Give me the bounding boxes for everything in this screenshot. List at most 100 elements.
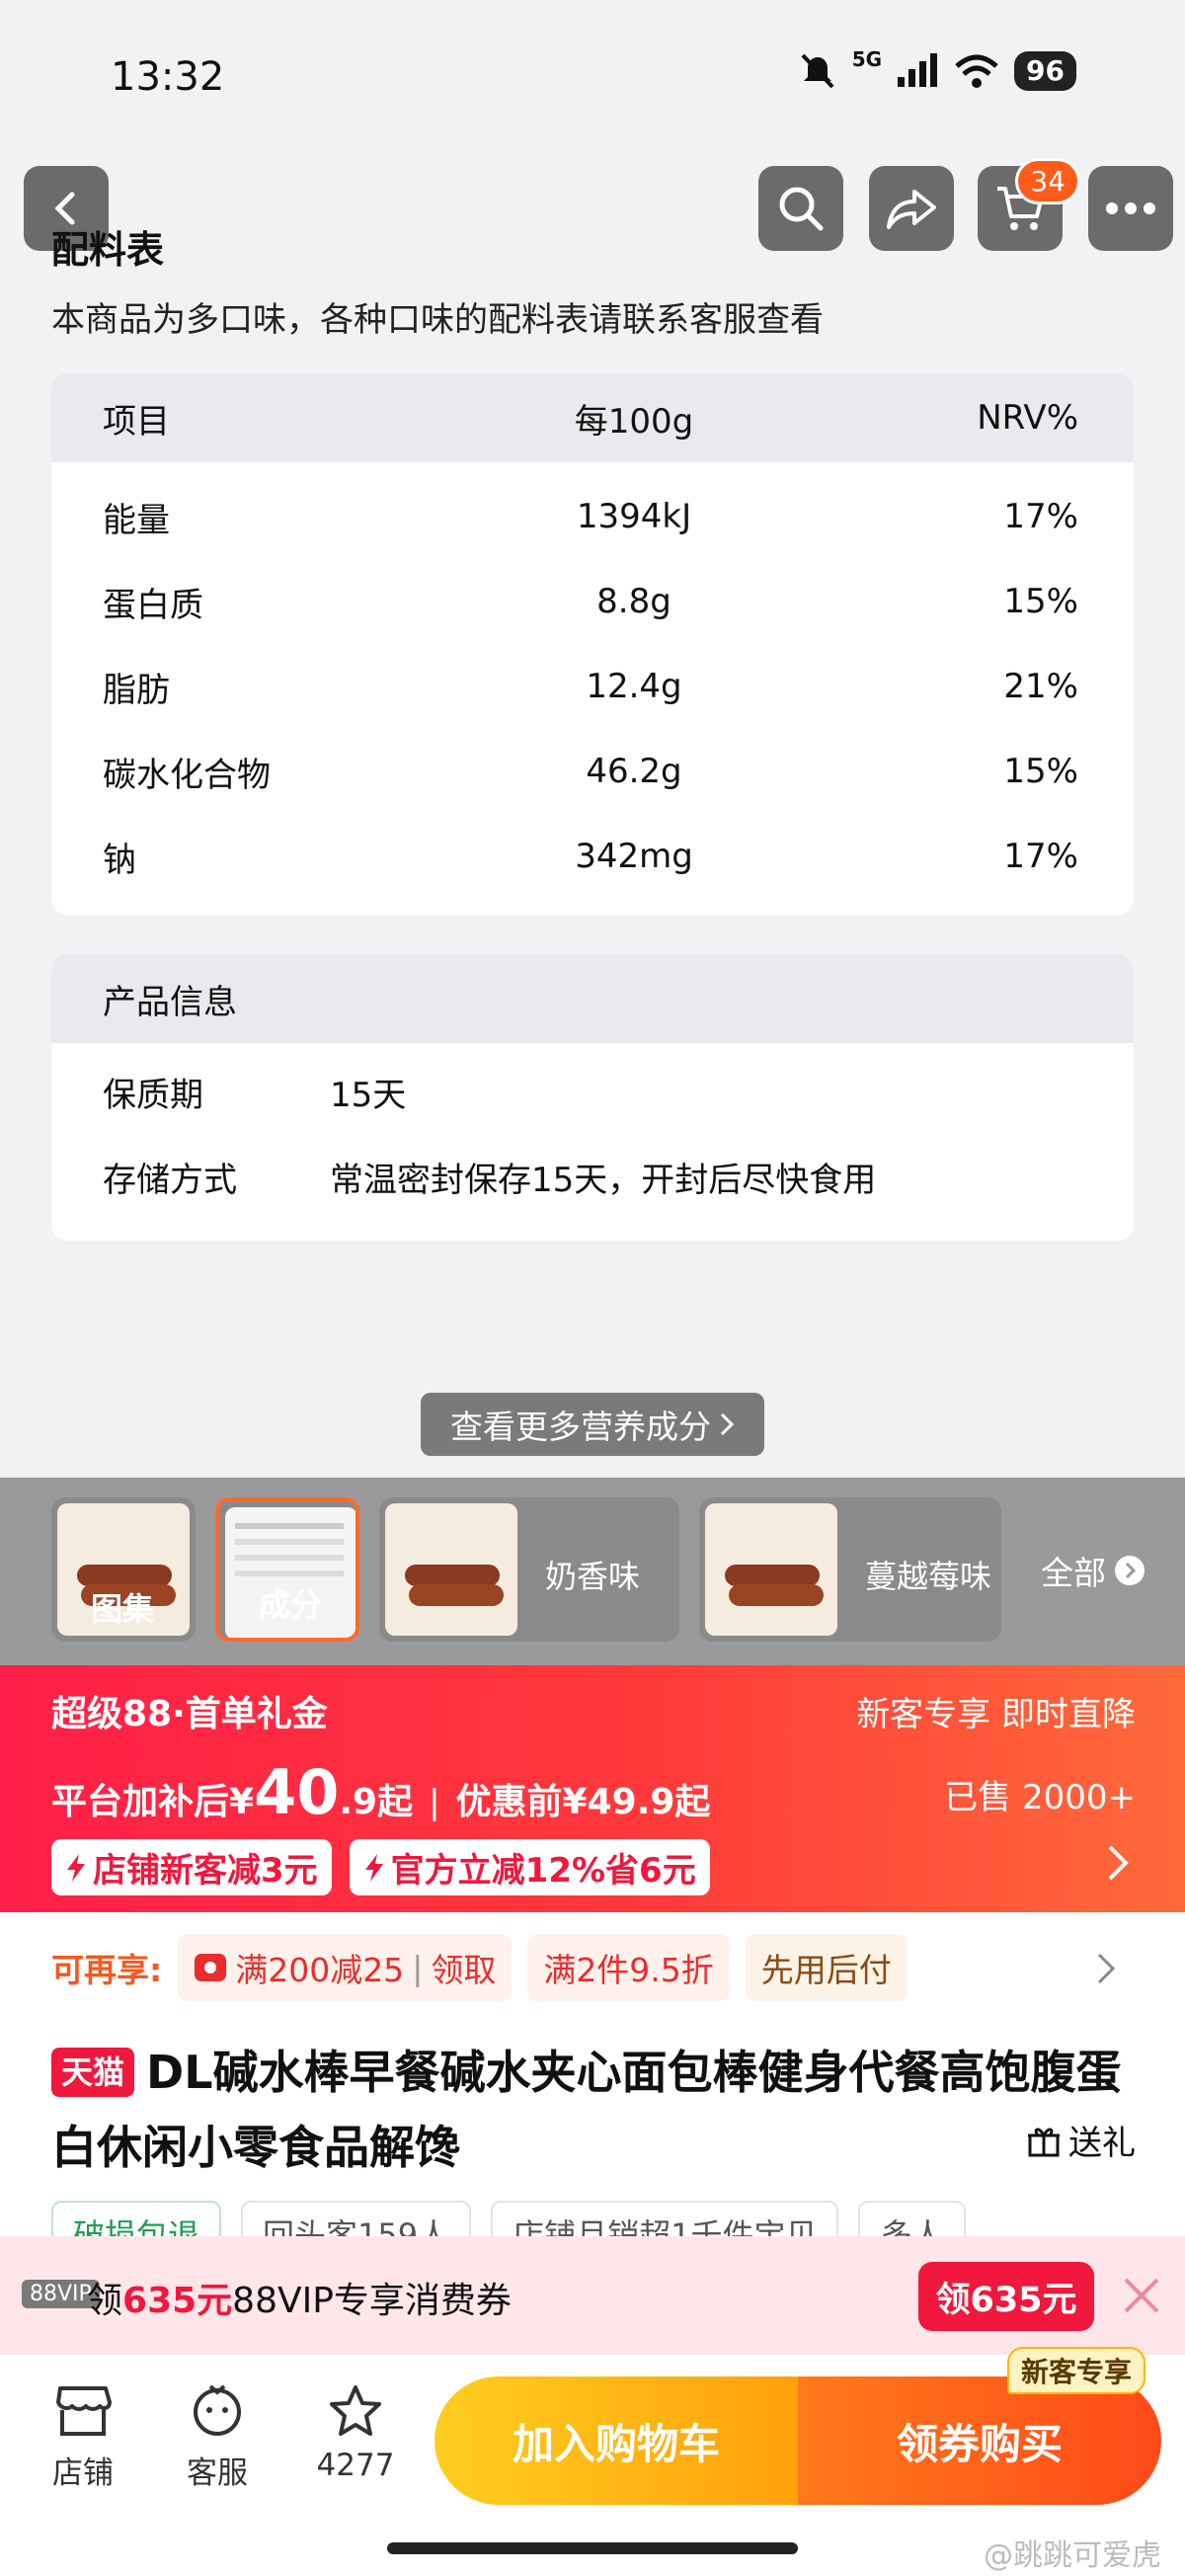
pay-later-label: 先用后付 — [760, 1951, 892, 1989]
nutrient-nrv: 15% — [1003, 582, 1078, 621]
price-after-label: 平台加补后¥ — [51, 1782, 255, 1822]
coupon-chip-label: 满2件9.5折 — [543, 1951, 714, 1989]
coupon-chip-discount[interactable]: 满2件9.5折 — [527, 1934, 730, 2001]
info-label: 存储方式 — [103, 1160, 237, 1200]
nutrient-name: 碳水化合物 — [103, 755, 271, 795]
claim-vip-coupon-button[interactable]: 领635元 — [918, 2262, 1094, 2331]
sold-count: 已售 2000+ — [944, 1778, 1136, 1817]
watermark: @跳跳可爱虎 — [984, 2538, 1161, 2573]
nutrient-nrv: 17% — [1003, 497, 1078, 536]
all-variants-link[interactable]: 全部 — [1041, 1547, 1146, 1594]
nutrition-row: 碳水化合物 46.2g 15% — [51, 729, 1134, 814]
more-dots-icon — [1106, 202, 1155, 214]
lightning-icon — [364, 1853, 383, 1882]
share-button[interactable] — [869, 166, 954, 251]
gift-button[interactable]: 送礼 — [1027, 2116, 1136, 2164]
nutrient-nrv: 15% — [1003, 752, 1078, 791]
product-info-title: 产品信息 — [51, 954, 1134, 1043]
thumb-gallery[interactable]: 图集 — [51, 1497, 196, 1642]
variant-label: 蔓越莓味 — [865, 1558, 992, 1595]
price-decimal: .9起 — [339, 1782, 414, 1822]
header-per100g: 每100g — [574, 401, 694, 442]
coupon-label: 可再享: — [51, 1951, 163, 1989]
pay-later-chip[interactable]: 先用后付 — [745, 1934, 908, 2001]
tmall-badge: 天猫 — [51, 2047, 135, 2097]
coupon-claim: 领取 — [431, 1951, 497, 1989]
info-value: 15天 — [330, 1075, 407, 1115]
shop-button[interactable]: 店铺 — [24, 2384, 142, 2492]
nutrition-row: 脂肪 12.4g 21% — [51, 644, 1134, 729]
vip-text-pre: 领 — [87, 2281, 123, 2321]
variant-cranberry[interactable]: 蔓越莓味 — [699, 1497, 1001, 1642]
promo-tag: 店铺新客减3元 — [51, 1839, 332, 1895]
more-button[interactable] — [1088, 166, 1173, 251]
cta-group: 加入购物车 领券购买 — [434, 2376, 1161, 2505]
close-icon[interactable] — [1122, 2276, 1161, 2315]
nutrient-name: 钠 — [103, 840, 136, 880]
nutrition-row: 能量 1394kJ 17% — [51, 474, 1134, 559]
service-button[interactable]: 客服 — [158, 2384, 276, 2492]
wifi-icon — [955, 54, 998, 88]
shop-label: 店铺 — [52, 2455, 114, 2491]
add-to-cart-button[interactable]: 加入购物车 — [434, 2376, 798, 2505]
mute-icon — [801, 53, 834, 89]
coupon-buy-button[interactable]: 领券购买 — [798, 2376, 1161, 2505]
variant-milk[interactable]: 奶香味 — [379, 1497, 679, 1642]
gift-label: 送礼 — [1068, 2124, 1136, 2163]
more-nutrition-label: 查看更多营养成分 — [450, 1408, 711, 1446]
more-nutrition-button[interactable]: 查看更多营养成分 — [421, 1393, 764, 1456]
coupon-chip-200-25[interactable]: 满200减25 | 领取 — [178, 1934, 513, 2001]
product-title: DL碱水棒早餐碱水夹心面包棒健身代餐高饱腹蛋白休闲小零食品解馋 — [51, 2046, 1122, 2174]
product-info-card: 产品信息 保质期 15天 存储方式 常温密封保存15天，开封后尽快食用 — [51, 954, 1134, 1241]
favorite-button[interactable]: 4277 — [296, 2384, 415, 2483]
nutrient-amount: 1394kJ — [576, 497, 692, 536]
coupon-icon — [195, 1954, 227, 1981]
nutrient-amount: 342mg — [575, 837, 693, 876]
thumb-ingredients[interactable]: 成分 — [215, 1497, 359, 1642]
cart-button[interactable]: 34 — [978, 158, 1080, 251]
star-icon — [330, 2385, 381, 2436]
info-label: 保质期 — [103, 1075, 203, 1115]
variant-image — [385, 1503, 517, 1636]
promo-title: 超级88·首单礼金 — [51, 1694, 328, 1734]
promo-right-label: 新客专享 即时直降 — [856, 1695, 1136, 1734]
nutrient-name: 脂肪 — [103, 670, 170, 710]
product-summary: 可再享: 满200减25 | 领取 满2件9.5折 先用后付 天猫 DL碱水棒早餐… — [0, 1912, 1185, 2260]
price-divider: | — [429, 1783, 440, 1822]
ingredients-note: 本商品为多口味，各种口味的配料表请联系客服查看 — [51, 300, 824, 340]
chevron-right-icon[interactable] — [1096, 1952, 1116, 1985]
promo-tag-label: 店铺新客减3元 — [93, 1851, 318, 1891]
nutrient-name: 蛋白质 — [103, 585, 203, 625]
battery-level: 96 — [1014, 51, 1076, 91]
nutrition-table: 项目 每100g NRV% 能量 1394kJ 17% 蛋白质 8.8g 15%… — [51, 373, 1134, 915]
nutrition-header: 项目 每100g NRV% — [51, 373, 1134, 462]
price-integer: 40 — [254, 1756, 340, 1828]
info-value: 常温密封保存15天，开封后尽快食用 — [330, 1160, 877, 1200]
chip-divider: | — [412, 1948, 424, 1987]
thumb-caption: 图集 — [91, 1590, 155, 1628]
service-label: 客服 — [187, 2455, 248, 2491]
nutrient-nrv: 21% — [1003, 667, 1078, 706]
coupon-row: 可再享: 满200减25 | 领取 满2件9.5折 先用后付 — [51, 1934, 908, 2001]
nutrient-amount: 12.4g — [586, 667, 682, 706]
vip-amount: 635元 — [122, 2281, 233, 2321]
home-indicator[interactable] — [387, 2542, 798, 2554]
chevron-right-icon — [1108, 1845, 1129, 1881]
thumb-caption: 成分 — [259, 1586, 323, 1624]
shop-icon — [56, 2386, 112, 2436]
promo-tag-label: 官方立减12%省6元 — [390, 1851, 696, 1891]
vip-coupon-banner: 88VIP 领635元88VIP专享消费券 领635元 — [0, 2236, 1185, 2355]
new-customer-tag: 新客专享 — [1007, 2347, 1146, 2394]
chevron-right-circle-icon — [1115, 1556, 1145, 1585]
info-row: 保质期 15天 — [51, 1049, 1134, 1134]
favorite-count: 4277 — [316, 2448, 395, 2483]
signal-icon — [898, 53, 938, 87]
all-label: 全部 — [1041, 1554, 1106, 1592]
network-label: 5G — [851, 47, 883, 71]
coupon-chip-label: 满200减25 — [235, 1951, 405, 1989]
promo-banner[interactable]: 超级88·首单礼金 新客专享 即时直降 平台加补后¥ 40 .9起 | 优惠前¥… — [0, 1665, 1185, 1912]
promo-price: 平台加补后¥ 40 .9起 | 优惠前¥49.9起 — [51, 1756, 710, 1828]
status-bar: 13:32 5G 96 — [0, 0, 1185, 148]
search-button[interactable] — [758, 166, 843, 251]
variant-image — [705, 1503, 837, 1636]
